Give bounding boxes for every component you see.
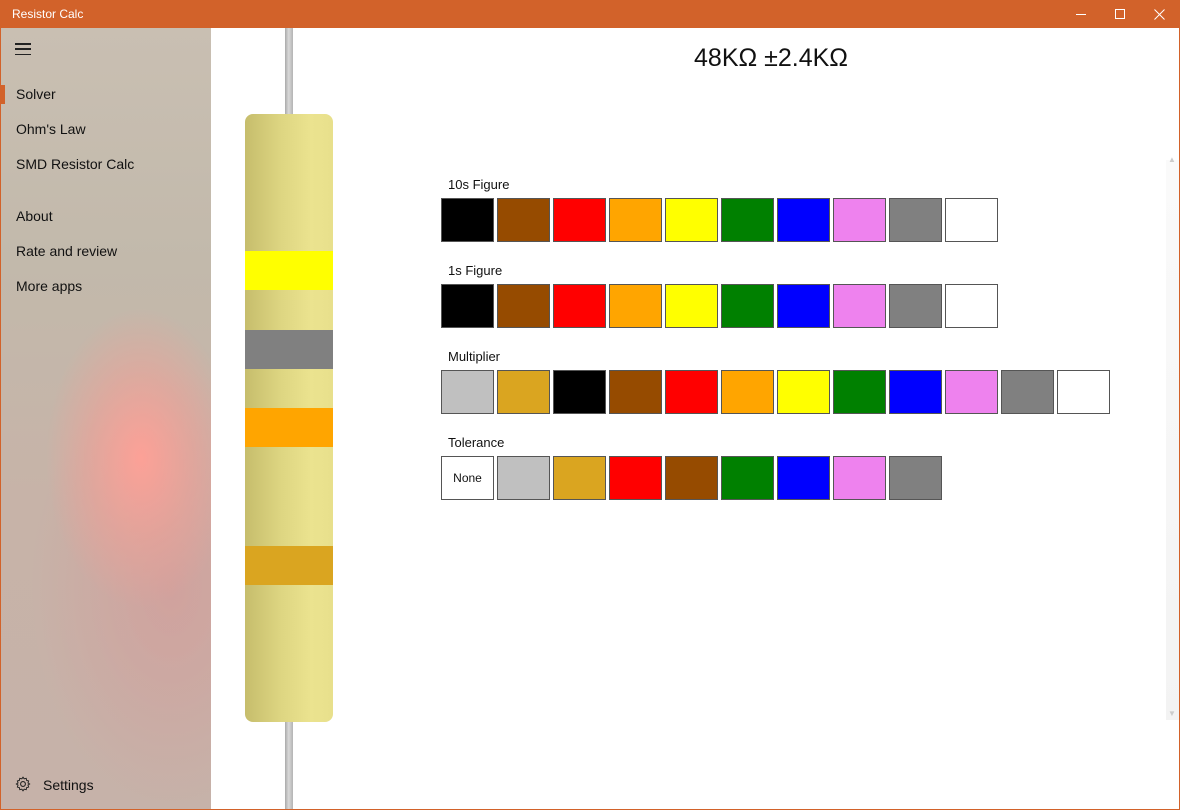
multiplier-swatch-white[interactable] — [1057, 370, 1110, 414]
tens-swatch-black[interactable] — [441, 198, 494, 242]
nav-item-about[interactable]: About — [1, 199, 211, 233]
tens-figure-label: 10s Figure — [448, 177, 510, 192]
scroll-down-icon[interactable]: ▼ — [1168, 709, 1176, 718]
nav-item-label: About — [16, 208, 53, 224]
tolerance-swatch-blue[interactable] — [777, 456, 830, 500]
tolerance-swatch-gold[interactable] — [553, 456, 606, 500]
tens-swatch-red[interactable] — [553, 198, 606, 242]
multiplier-swatch-black[interactable] — [553, 370, 606, 414]
ones-swatch-black[interactable] — [441, 284, 494, 328]
nav-item-solver[interactable]: Solver — [1, 77, 211, 111]
ones-swatch-blue[interactable] — [777, 284, 830, 328]
nav-pane: Solver Ohm's Law SMD Resistor Calc About… — [1, 28, 211, 809]
multiplier-swatch-silver[interactable] — [441, 370, 494, 414]
multiplier-label: Multiplier — [448, 349, 501, 364]
ones-swatch-violet[interactable] — [833, 284, 886, 328]
minimize-button[interactable] — [1059, 0, 1103, 28]
close-button[interactable] — [1137, 0, 1179, 28]
scrollbar[interactable] — [1166, 160, 1179, 720]
multiplier-swatch-blue[interactable] — [889, 370, 942, 414]
ones-swatch-orange[interactable] — [609, 284, 662, 328]
tolerance-swatch-silver[interactable] — [497, 456, 550, 500]
tolerance-swatch-gray[interactable] — [889, 456, 942, 500]
scroll-up-icon[interactable]: ▲ — [1168, 155, 1176, 164]
tens-swatch-blue[interactable] — [777, 198, 830, 242]
nav-item-label: More apps — [16, 278, 83, 294]
nav-item-settings[interactable]: Settings — [1, 768, 211, 802]
band-multiplier — [245, 408, 333, 447]
tens-swatch-violet[interactable] — [833, 198, 886, 242]
settings-label: Settings — [43, 777, 94, 793]
ones-swatch-yellow[interactable] — [665, 284, 718, 328]
band-tens — [245, 251, 333, 290]
nav-item-more-apps[interactable]: More apps — [1, 269, 211, 303]
ones-swatch-gray[interactable] — [889, 284, 942, 328]
window-title: Resistor Calc — [12, 7, 84, 21]
multiplier-swatch-gold[interactable] — [497, 370, 550, 414]
resistance-result: 48KΩ ±2.4KΩ — [694, 44, 848, 72]
nav-item-label: Ohm's Law — [16, 121, 86, 137]
band-ones — [245, 330, 333, 369]
tolerance-swatch-violet[interactable] — [833, 456, 886, 500]
tens-swatch-gray[interactable] — [889, 198, 942, 242]
nav-item-label: Rate and review — [16, 243, 118, 259]
nav-item-rate-and-review[interactable]: Rate and review — [1, 234, 211, 268]
maximize-button[interactable] — [1098, 0, 1142, 28]
tolerance-label: Tolerance — [448, 435, 505, 450]
tolerance-swatch-green[interactable] — [721, 456, 774, 500]
multiplier-swatch-red[interactable] — [665, 370, 718, 414]
nav-item-smd-resistor-calc[interactable]: SMD Resistor Calc — [1, 147, 211, 181]
tens-swatch-orange[interactable] — [609, 198, 662, 242]
gear-icon — [15, 776, 31, 792]
tens-swatch-yellow[interactable] — [665, 198, 718, 242]
minimize-icon — [1076, 13, 1086, 15]
resistor-body — [245, 114, 333, 722]
ones-swatch-brown[interactable] — [497, 284, 550, 328]
band-tolerance — [245, 546, 333, 585]
multiplier-swatch-yellow[interactable] — [777, 370, 830, 414]
hamburger-icon[interactable] — [15, 43, 31, 55]
tolerance-swatch-none[interactable]: None — [441, 456, 494, 500]
close-icon — [1153, 8, 1165, 20]
app-window: Resistor Calc Solver Ohm's Law SMD Resis… — [0, 0, 1180, 810]
tens-swatch-green[interactable] — [721, 198, 774, 242]
nav-item-ohms-law[interactable]: Ohm's Law — [1, 112, 211, 146]
tolerance-swatch-red[interactable] — [609, 456, 662, 500]
multiplier-swatch-brown[interactable] — [609, 370, 662, 414]
maximize-icon — [1115, 9, 1125, 19]
ones-swatch-red[interactable] — [553, 284, 606, 328]
tens-swatch-brown[interactable] — [497, 198, 550, 242]
multiplier-swatch-violet[interactable] — [945, 370, 998, 414]
ones-swatch-green[interactable] — [721, 284, 774, 328]
multiplier-swatch-green[interactable] — [833, 370, 886, 414]
tolerance-swatch-brown[interactable] — [665, 456, 718, 500]
tens-swatch-white[interactable] — [945, 198, 998, 242]
ones-swatch-white[interactable] — [945, 284, 998, 328]
nav-item-label: Solver — [16, 86, 56, 102]
nav-item-label: SMD Resistor Calc — [16, 156, 135, 172]
title-bar: Resistor Calc — [1, 0, 1179, 28]
ones-figure-label: 1s Figure — [448, 263, 503, 278]
multiplier-swatch-gray[interactable] — [1001, 370, 1054, 414]
swatch-label: None — [453, 471, 482, 485]
multiplier-swatch-orange[interactable] — [721, 370, 774, 414]
